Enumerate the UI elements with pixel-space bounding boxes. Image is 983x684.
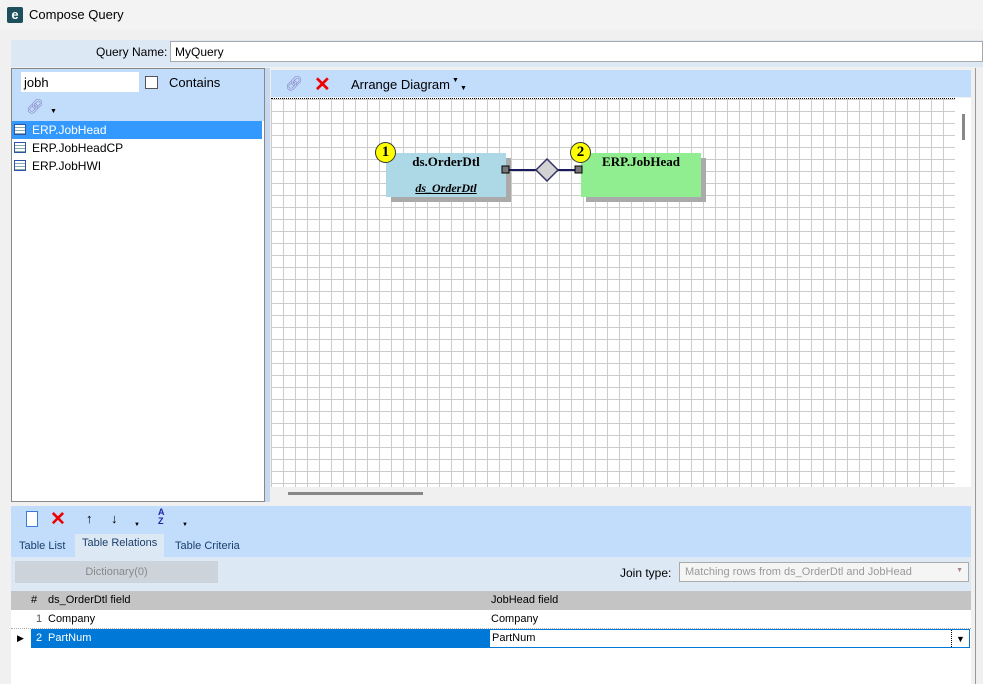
right-field-dropdown[interactable]: PartNum ▼ [489, 629, 970, 648]
new-icon[interactable] [26, 511, 38, 527]
relation-connector[interactable] [500, 155, 586, 185]
dropdown-arrow-icon[interactable]: ▼ [182, 522, 188, 528]
query-name-input[interactable]: MyQuery [170, 41, 983, 62]
table-row[interactable]: ▶ 2 PartNum PartNum ▼ [11, 629, 971, 648]
link-icon[interactable]: 🔗︎ [26, 98, 44, 115]
list-item[interactable]: ERP.JobHWI [12, 157, 264, 175]
delete-icon[interactable]: ✕ [50, 508, 66, 531]
table-list: ERP.JobHead ERP.JobHeadCP ERP.JobHWI [12, 121, 264, 175]
table-icon [14, 160, 26, 171]
contains-label: Contains [169, 75, 221, 90]
dropdown-arrow-icon[interactable]: ▼ [50, 108, 57, 115]
tab-table-relations[interactable]: Table Relations [75, 534, 165, 557]
app-icon: e [7, 7, 23, 23]
column-header-right-field[interactable]: JobHead field [491, 591, 559, 610]
right-panel-edge [975, 68, 983, 684]
join-type-select[interactable]: Matching rows from ds_OrderDtl and JobHe… [679, 562, 969, 582]
column-header-num[interactable]: # [31, 591, 38, 610]
tab-table-criteria[interactable]: Table Criteria [168, 537, 247, 557]
query-name-label: Query Name: [96, 45, 168, 59]
table-row[interactable]: 1 Company Company [11, 610, 971, 629]
move-down-icon[interactable]: ↓ [111, 511, 118, 526]
table-icon [14, 142, 26, 153]
link-icon[interactable]: 🔗︎ [285, 75, 303, 92]
diagram-node-jobhead[interactable]: ERP.JobHead [581, 153, 701, 197]
row-pointer-icon: ▶ [17, 633, 24, 643]
arrange-diagram-button[interactable]: Arrange Diagram ▼ [351, 77, 459, 92]
list-item[interactable]: ERP.JobHeadCP [12, 139, 264, 157]
dropdown-arrow-icon[interactable]: ▼ [460, 85, 467, 92]
title-bar [0, 0, 983, 30]
horizontal-scrollbar[interactable] [271, 487, 971, 501]
table-icon [14, 124, 26, 135]
node-badge: 1 [375, 142, 396, 163]
list-item[interactable]: ERP.JobHead [12, 121, 262, 139]
join-type-label: Join type: [620, 566, 672, 580]
move-up-icon[interactable]: ↑ [86, 511, 93, 526]
window-title: Compose Query [29, 7, 124, 22]
column-header-left-field[interactable]: ds_OrderDtl field [48, 591, 131, 610]
chevron-down-icon: ▼ [956, 567, 963, 574]
diagram-node-orderdtl[interactable]: ds.OrderDtl ds_OrderDtl [386, 153, 506, 197]
splitter[interactable] [265, 68, 270, 502]
tab-table-list[interactable]: Table List [12, 537, 72, 557]
dictionary-button[interactable]: Dictionary(0) [15, 561, 218, 583]
table-search-input[interactable]: jobh [21, 72, 139, 92]
vertical-scrollbar[interactable] [955, 98, 971, 487]
chevron-down-icon[interactable]: ▼ [951, 630, 969, 647]
dropdown-arrow-icon[interactable]: ▼ [134, 522, 140, 528]
contains-checkbox[interactable] [145, 76, 158, 89]
delete-icon[interactable]: ✕ [314, 72, 331, 97]
sort-az-icon[interactable]: AZ [158, 508, 165, 526]
